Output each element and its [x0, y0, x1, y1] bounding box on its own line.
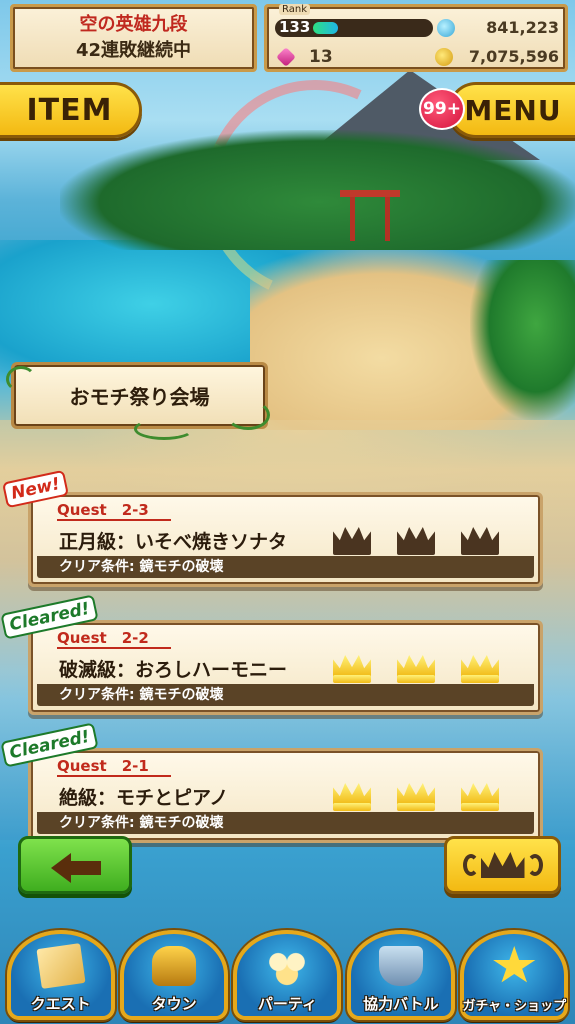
gem-icon — [276, 47, 296, 67]
quest-card-2-1[interactable]: Quest 2-1 絶級：モチとピアノ クリア条件: 鏡モチの破壊 — [28, 748, 543, 843]
quest-card-2-2[interactable]: Quest 2-2 破滅級：おろしハーモニー クリア条件: 鏡モチの破壊 — [28, 620, 543, 715]
quest-name: 正月級：いそべ焼きソナタ — [59, 531, 288, 553]
exp-row: 841,223 — [437, 18, 559, 37]
nav-town[interactable]: タウン — [120, 930, 229, 1020]
exp-value: 841,223 — [486, 18, 559, 37]
quest-name: 絶級：モチとピアノ — [59, 787, 229, 809]
crown-earned-icon — [395, 781, 437, 811]
nav-label: 協力バトル — [363, 995, 439, 1013]
crown-replay-button[interactable] — [444, 836, 561, 894]
gem-value: 13 — [309, 47, 333, 67]
clear-condition: クリア条件: 鏡モチの破壊 — [37, 556, 534, 578]
crown-earned-icon — [395, 653, 437, 683]
crown-rating — [331, 525, 501, 555]
menu-button[interactable]: MENU — [448, 82, 575, 138]
rank-label: Rank — [279, 4, 310, 15]
item-button[interactable]: ITEM — [0, 82, 142, 138]
clear-condition: クリア条件: 鏡モチの破壊 — [37, 684, 534, 706]
vine-decoration — [6, 366, 36, 392]
palm-trees — [470, 260, 575, 420]
back-button[interactable] — [18, 836, 132, 894]
title-name: 空の英雄九段 — [79, 14, 188, 35]
nav-quest[interactable]: クエスト — [6, 930, 115, 1020]
crown-earned-icon — [459, 781, 501, 811]
nav-label: タウン — [151, 995, 197, 1013]
back-arrow-icon — [51, 853, 71, 883]
vine-decoration — [134, 418, 194, 440]
quest-card-2-3[interactable]: Quest 2-3 正月級：いそべ焼きソナタ クリア条件: 鏡モチの破壊 — [28, 492, 543, 587]
quest-number: Quest 2-3 — [57, 501, 171, 521]
crown-earned-icon — [459, 653, 501, 683]
replay-arrow-icon — [526, 854, 543, 876]
rank-exp-fill — [313, 22, 339, 34]
exp-drop-icon — [437, 18, 455, 37]
rank-number: 133 — [279, 18, 311, 36]
quest-number: Quest 2-1 — [57, 757, 171, 777]
replay-arrow-icon — [462, 854, 479, 876]
nav-coop-battle[interactable]: 協力バトル — [346, 930, 455, 1020]
coin-row: 7,075,596 — [435, 47, 559, 66]
quest-name: 破滅級：おろしハーモニー — [59, 659, 288, 681]
gem-row[interactable]: 13 — [276, 47, 333, 67]
nav-label: ガチャ・ショップ — [462, 999, 567, 1014]
clear-condition: クリア条件: 鏡モチの破壊 — [37, 812, 534, 834]
nav-gacha-shop[interactable]: ガチャ・ショップ — [460, 930, 569, 1020]
party-icon — [265, 946, 310, 986]
crown-empty-icon — [395, 525, 437, 555]
crown-empty-icon — [331, 525, 373, 555]
gacha-star-icon — [493, 946, 536, 983]
nav-party[interactable]: パーティ — [233, 930, 342, 1020]
back-arrow-icon — [69, 861, 101, 875]
coin-icon — [435, 47, 453, 66]
crown-empty-icon — [459, 525, 501, 555]
resource-panel: Rank 133 841,223 13 7,075,596 — [264, 4, 568, 72]
title-panel[interactable]: 空の英雄九段 42連敗継続中 — [10, 4, 257, 72]
coop-battle-icon — [378, 946, 423, 986]
town-ship-icon — [152, 946, 197, 986]
crown-earned-icon — [331, 781, 373, 811]
jungle — [60, 130, 575, 250]
crown-rating — [331, 781, 501, 811]
bottom-navigation: クエスト タウン パーティ 協力バトル ガチャ・ショップ — [0, 928, 575, 1024]
crown-icon — [480, 852, 525, 878]
nav-label: クエスト — [30, 995, 91, 1013]
losing-streak: 42連敗継続中 — [75, 40, 192, 61]
coin-value: 7,075,596 — [468, 47, 559, 66]
crown-earned-icon — [331, 653, 373, 683]
quest-map-icon — [36, 943, 86, 989]
vine-decoration — [226, 400, 270, 430]
torii-gate — [340, 190, 400, 241]
menu-notification-badge: 99+ — [419, 88, 465, 130]
nav-label: パーティ — [257, 995, 318, 1013]
quest-number: Quest 2-2 — [57, 629, 171, 649]
crown-rating — [331, 653, 501, 683]
